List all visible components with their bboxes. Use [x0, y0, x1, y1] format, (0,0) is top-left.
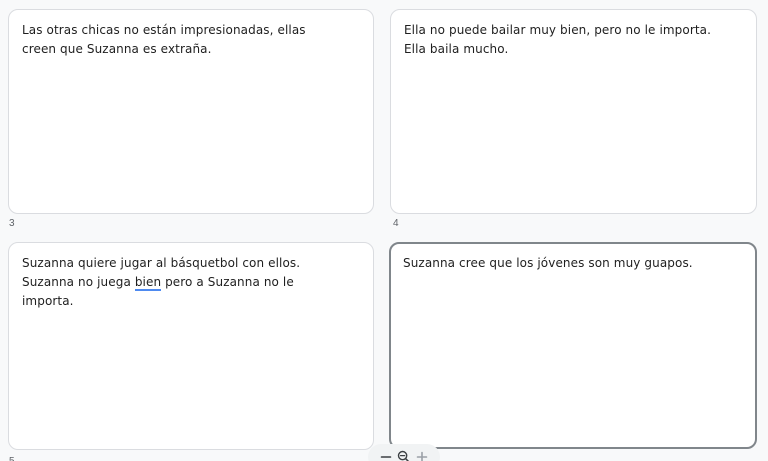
slide-3-text: Las otras chicas no están impresionadas,… [9, 10, 373, 70]
zoom-out-button[interactable] [378, 449, 394, 461]
slide-3-line-2: creen que Suzanna es extraña. [22, 40, 360, 59]
slide-3-line-1: Las otras chicas no están impresionadas,… [22, 21, 360, 40]
slide-5-line-2-pre: Suzanna no juega [22, 275, 135, 289]
slide-number-3: 3 [9, 218, 15, 229]
slide-5-line-2-post: pero a Suzanna no le [161, 275, 294, 289]
slide-number-4: 4 [393, 218, 399, 229]
magnifier-minus-icon [397, 450, 411, 461]
slide-5-text: Suzanna quiere jugar al básquetbol con e… [9, 243, 373, 322]
slide-selected-line-1: Suzanna cree que los jóvenes son muy gua… [403, 254, 743, 273]
zoom-toolbar [368, 444, 440, 461]
slide-number-5: 5 [9, 456, 15, 461]
slide-4-line-2: Ella baila mucho. [404, 40, 743, 59]
slide-4-text: Ella no puede bailar muy bien, pero no l… [391, 10, 756, 70]
slide-thumbnail-3[interactable]: Las otras chicas no están impresionadas,… [8, 9, 374, 214]
zoom-reset-button[interactable] [396, 449, 412, 461]
grammar-suggestion-word[interactable]: bien [135, 275, 161, 291]
slide-5-line-3: importa. [22, 292, 360, 311]
slide-selected-text: Suzanna cree que los jóvenes son muy gua… [391, 244, 755, 283]
slide-thumbnail-5[interactable]: Suzanna quiere jugar al básquetbol con e… [8, 242, 374, 450]
slide-thumbnail-selected[interactable]: Suzanna cree que los jóvenes son muy gua… [389, 242, 757, 449]
zoom-out-minus-icon [380, 451, 392, 461]
slide-thumbnail-4[interactable]: Ella no puede bailar muy bien, pero no l… [390, 9, 757, 214]
slide-4-line-1: Ella no puede bailar muy bien, pero no l… [404, 21, 743, 40]
zoom-in-plus-icon [416, 451, 428, 461]
slide-5-line-2: Suzanna no juega bien pero a Suzanna no … [22, 273, 360, 292]
slide-5-line-1: Suzanna quiere jugar al básquetbol con e… [22, 254, 360, 273]
zoom-in-button[interactable] [414, 449, 430, 461]
slide-grid-view: Las otras chicas no están impresionadas,… [0, 0, 768, 461]
